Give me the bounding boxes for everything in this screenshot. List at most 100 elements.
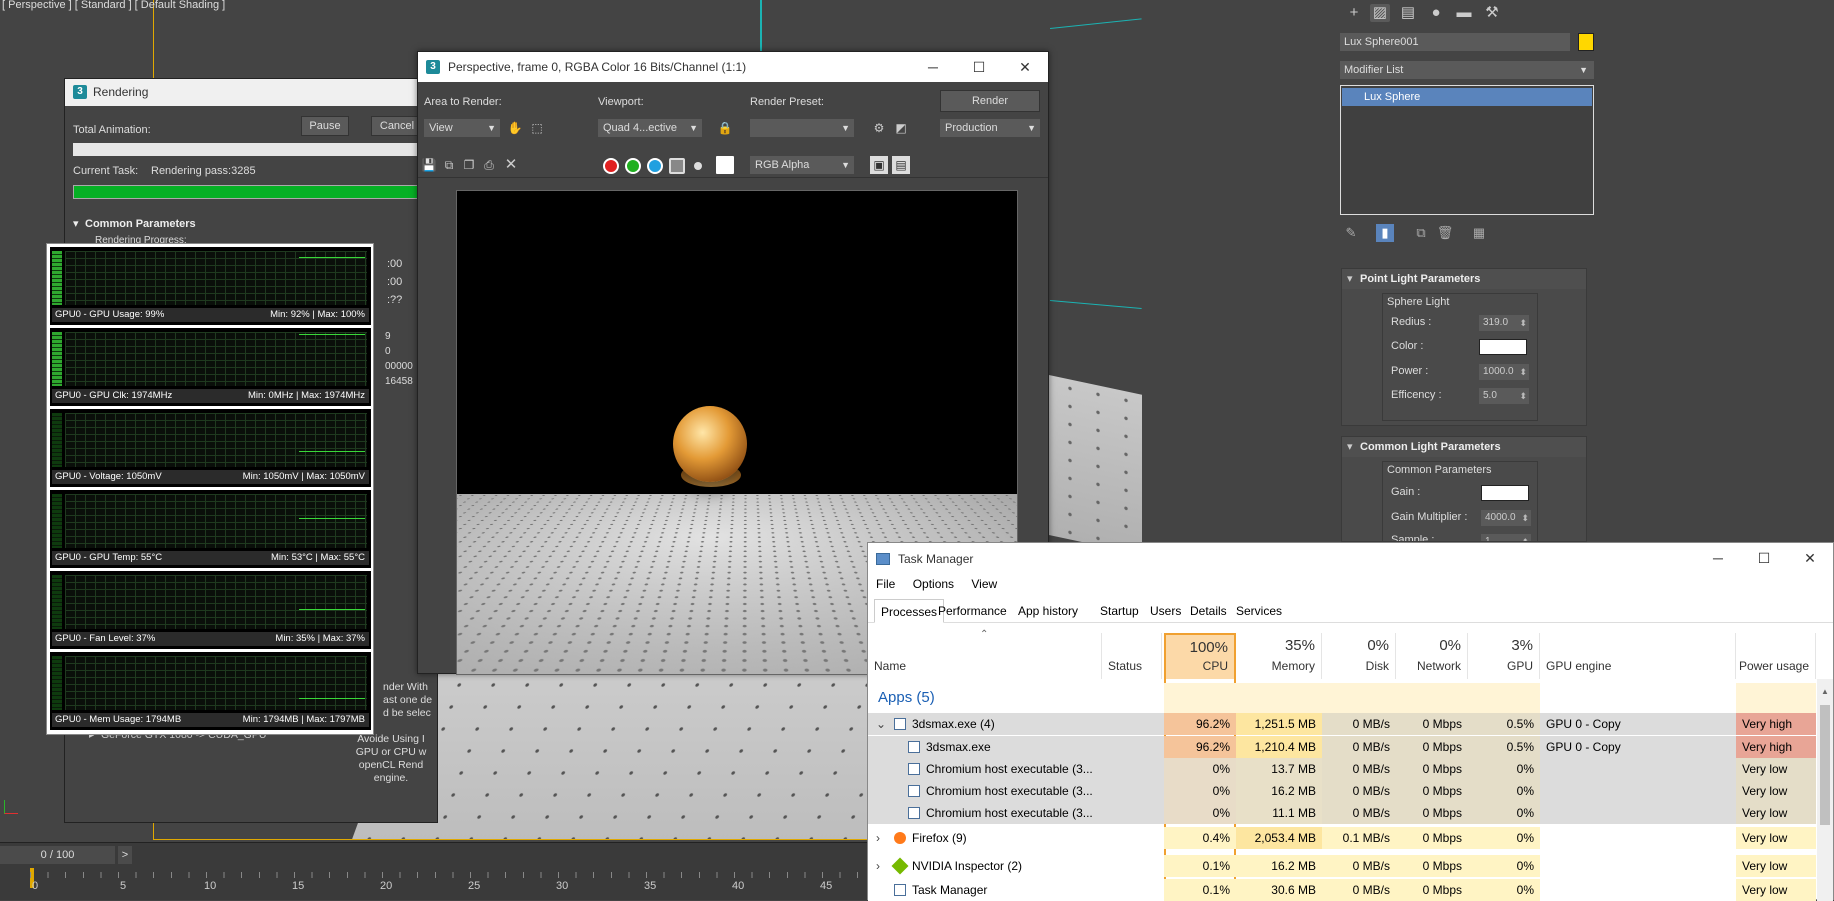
task-manager-titlebar[interactable]: Task Manager ─ ☐ ✕: [868, 543, 1833, 575]
expand-chevron-icon[interactable]: ›: [876, 855, 880, 877]
blue-channel-toggle[interactable]: [647, 158, 663, 174]
tab-startup[interactable]: Startup: [1094, 599, 1145, 623]
gpu-engine-cell: [1540, 802, 1736, 824]
column-network[interactable]: 0% Network: [1396, 633, 1468, 679]
clone-frame-icon[interactable]: ❐: [460, 156, 478, 174]
hierarchy-tab-icon[interactable]: ▤: [1398, 4, 1418, 22]
alpha-channel-toggle[interactable]: [669, 158, 685, 174]
modifier-list-dropdown[interactable]: Modifier List ▼: [1340, 61, 1594, 79]
light-color-swatch[interactable]: [1479, 339, 1527, 355]
edit-region-icon[interactable]: ✋: [506, 119, 524, 137]
process-row[interactable]: Chromium host executable (3... 0% 13.7 MB 0…: [868, 758, 1816, 780]
process-row[interactable]: Task Manager 0.1% 30.6 MB 0 MB/s 0 Mbps 0% Ver…: [868, 879, 1816, 901]
apps-group-header[interactable]: Apps (5): [868, 683, 1816, 713]
cancel-button[interactable]: Cancel: [371, 116, 423, 136]
column-cpu[interactable]: 100% CPU: [1164, 633, 1236, 679]
create-tab-icon[interactable]: +: [1344, 4, 1364, 22]
production-dropdown[interactable]: Production ▼: [940, 119, 1040, 137]
render-button[interactable]: Render: [940, 90, 1040, 112]
column-disk[interactable]: 0% Disk: [1322, 633, 1396, 679]
object-name-field[interactable]: Lux Sphere001: [1340, 33, 1570, 51]
column-status[interactable]: Status: [1102, 633, 1162, 679]
menu-view[interactable]: View: [971, 577, 997, 591]
display-tab-icon[interactable]: ▬: [1454, 4, 1474, 22]
scrollbar[interactable]: ▲: [1817, 679, 1833, 901]
copy-image-icon[interactable]: ⧉: [440, 156, 458, 174]
common-light-rollout-header[interactable]: Common Light Parameters: [1342, 437, 1586, 457]
scrollbar-thumb[interactable]: [1820, 705, 1830, 825]
toggle-overlay-icon[interactable]: ▤: [892, 156, 910, 174]
menu-options[interactable]: Options: [913, 577, 954, 591]
configure-sets-icon[interactable]: ▦: [1470, 224, 1488, 242]
expand-chevron-icon[interactable]: ⌄: [876, 713, 886, 735]
render-preset-dropdown[interactable]: ▼: [750, 119, 854, 137]
red-channel-toggle[interactable]: [603, 158, 619, 174]
minimize-icon[interactable]: ─: [910, 52, 956, 82]
gain-color-swatch[interactable]: [1481, 485, 1529, 501]
auto-region-icon[interactable]: ⬚: [528, 119, 546, 137]
green-channel-toggle[interactable]: [625, 158, 641, 174]
environment-icon[interactable]: ◩: [892, 119, 910, 137]
point-light-rollout-header[interactable]: Point Light Parameters: [1342, 269, 1586, 289]
column-memory[interactable]: 35% Memory: [1236, 633, 1322, 679]
process-row[interactable]: Chromium host executable (3... 0% 11.1 MB 0…: [868, 802, 1816, 824]
common-parameters-rollout-header[interactable]: ▾ Common Parameters: [69, 215, 429, 233]
column-name[interactable]: Name: [868, 633, 1102, 679]
clear-icon[interactable]: ✕: [502, 156, 520, 174]
channel-dropdown[interactable]: RGB Alpha ▼: [750, 156, 854, 174]
process-row[interactable]: › NVIDIA Inspector (2) 0.1% 16.2 MB 0 MB/s 0 …: [868, 855, 1816, 877]
monochrome-toggle[interactable]: [694, 162, 702, 170]
column-gpu[interactable]: 3% GPU: [1468, 633, 1540, 679]
scroll-up-icon[interactable]: ▲: [1821, 687, 1829, 696]
pause-button[interactable]: Pause: [301, 116, 349, 136]
pin-stack-icon[interactable]: ✎: [1342, 224, 1360, 242]
tab-users[interactable]: Users: [1144, 599, 1187, 623]
process-row[interactable]: Chromium host executable (3... 0% 16.2 MB 0…: [868, 780, 1816, 802]
modifier-stack[interactable]: Lux Sphere: [1340, 85, 1594, 215]
modify-tab-icon[interactable]: ▨: [1370, 4, 1390, 22]
viewport-label[interactable]: [ Perspective ] [ Standard ] [ Default S…: [2, 0, 225, 11]
close-icon[interactable]: ✕: [1002, 52, 1048, 82]
show-end-result-icon[interactable]: ▮: [1376, 224, 1394, 242]
background-color-swatch[interactable]: [716, 156, 734, 174]
power-usage-cell: Very high: [1736, 736, 1816, 758]
next-frame-button[interactable]: >: [118, 846, 132, 864]
menu-file[interactable]: File: [876, 577, 895, 591]
lock-icon[interactable]: 🔒: [716, 119, 734, 137]
save-image-icon[interactable]: 💾: [420, 156, 438, 174]
tab-details[interactable]: Details: [1184, 599, 1233, 623]
viewport-dropdown[interactable]: Quad 4...ective ▼: [598, 119, 702, 137]
area-to-render-dropdown[interactable]: View ▼: [424, 119, 500, 137]
render-setup-icon[interactable]: ⚙: [870, 119, 888, 137]
make-unique-icon[interactable]: ⧉: [1412, 224, 1430, 242]
expand-chevron-icon[interactable]: ›: [876, 827, 880, 849]
tab-app-history[interactable]: App history: [1012, 599, 1084, 623]
power-spinner[interactable]: 1000.0: [1479, 364, 1529, 380]
remove-modifier-icon[interactable]: 🗑: [1436, 224, 1454, 242]
motion-tab-icon[interactable]: ●: [1426, 4, 1446, 22]
process-row[interactable]: ⌄ 3dsmax.exe (4) 96.2% 1,251.5 MB 0 MB/s 0 Mb…: [868, 713, 1816, 735]
column-power-usage[interactable]: Power usage: [1736, 633, 1816, 679]
object-color-swatch[interactable]: [1578, 33, 1594, 51]
frame-buffer-titlebar[interactable]: 3 Perspective, frame 0, RGBA Color 16 Bi…: [418, 52, 1048, 82]
modifier-stack-item[interactable]: Lux Sphere: [1342, 88, 1592, 106]
maximize-icon[interactable]: ☐: [1741, 543, 1787, 573]
maximize-icon[interactable]: ☐: [956, 52, 1002, 82]
rendering-dialog-titlebar[interactable]: 3 Rendering: [65, 79, 437, 106]
sample-spinner[interactable]: 1: [1481, 534, 1531, 541]
efficiency-spinner[interactable]: 5.0: [1479, 388, 1529, 404]
gain-multiplier-spinner[interactable]: 4000.0: [1481, 510, 1531, 526]
print-image-icon[interactable]: ⎙: [480, 156, 498, 174]
utilities-tab-icon[interactable]: ⚒: [1482, 4, 1502, 22]
close-icon[interactable]: ✕: [1787, 543, 1833, 573]
toggle-ui-icon[interactable]: ▣: [870, 156, 888, 174]
tab-performance[interactable]: Performance: [932, 599, 1013, 623]
process-row[interactable]: › Firefox (9) 0.4% 2,053.4 MB 0.1 MB/s 0 Mbps…: [868, 827, 1816, 849]
process-name: 3dsmax.exe (4): [912, 717, 995, 731]
column-gpu-engine[interactable]: GPU engine: [1540, 633, 1736, 679]
process-row[interactable]: 3dsmax.exe 96.2% 1,210.4 MB 0 MB/s 0 Mbps 0.5…: [868, 736, 1816, 758]
tab-services[interactable]: Services: [1230, 599, 1288, 623]
time-slider[interactable]: 0 / 100: [0, 846, 115, 864]
radius-spinner[interactable]: 319.0: [1479, 315, 1529, 331]
minimize-icon[interactable]: ─: [1695, 543, 1741, 573]
